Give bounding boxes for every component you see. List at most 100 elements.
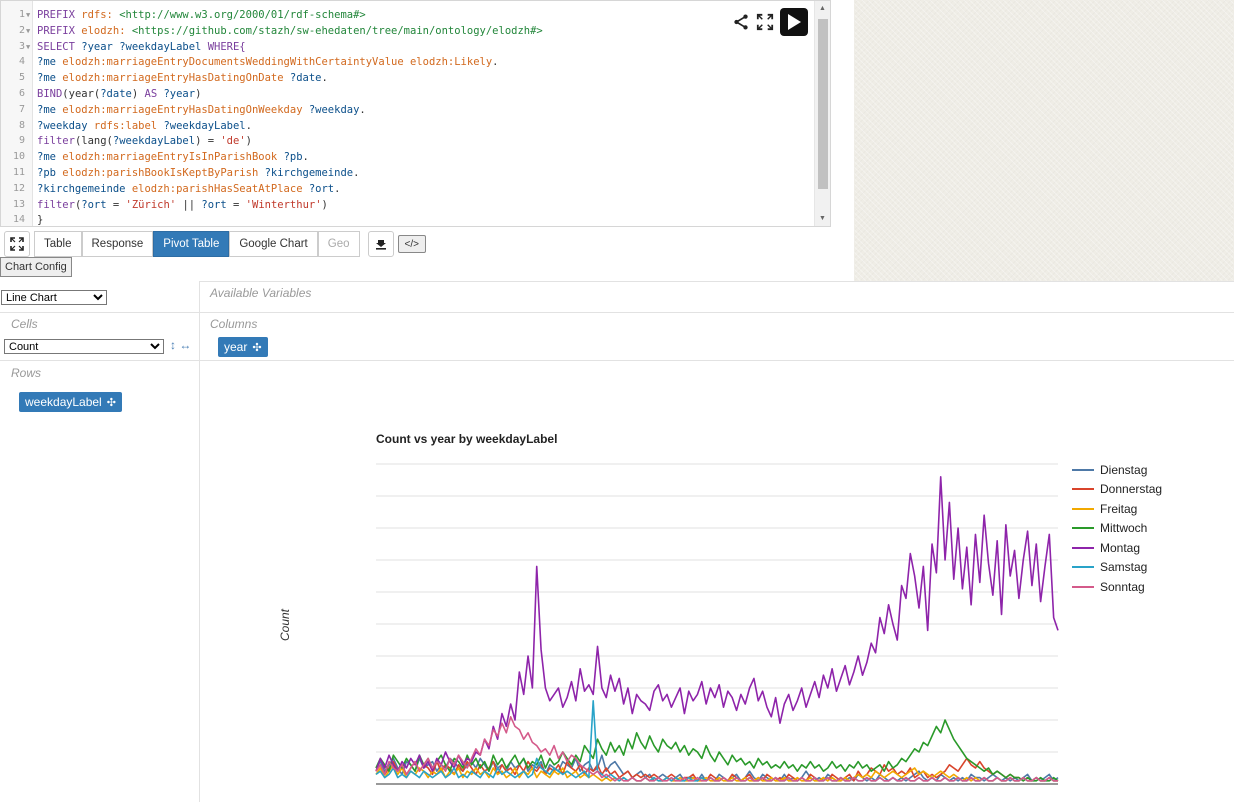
- scroll-down-arrow-icon[interactable]: ▼: [819, 215, 826, 222]
- code-token: ) =: [195, 135, 221, 148]
- code-token: ?pb: [37, 167, 63, 179]
- chart-legend: Dienstag Donnerstag Freitag Mittwoch Montag S…: [1072, 460, 1162, 597]
- code-text: ?pb elodzh:parishBookIsKeptByParish ?kir…: [37, 165, 359, 181]
- code-token: ?year: [163, 88, 196, 100]
- code-token: elodzh:marriageEntryHasDatingOnWeekday: [62, 103, 309, 116]
- legend-item-samstag[interactable]: Samstag: [1072, 558, 1162, 578]
- fullscreen-icon[interactable]: [756, 13, 774, 31]
- code-token: .: [492, 56, 499, 69]
- renderer-select[interactable]: Line Chart: [1, 290, 107, 305]
- expand-results-button[interactable]: [4, 231, 30, 257]
- legend-label: Donnerstag: [1100, 482, 1163, 497]
- chart-config-button[interactable]: Chart Config: [0, 257, 72, 277]
- run-query-button[interactable]: [780, 8, 808, 36]
- line-number: 14: [12, 214, 25, 226]
- chart-title: Count vs year by weekdayLabel: [376, 432, 558, 446]
- share-icon[interactable]: [732, 13, 750, 31]
- code-token: ?weekdayLabel: [112, 135, 196, 148]
- line-number: 6: [18, 88, 25, 99]
- legend-label: Mittwoch: [1100, 521, 1148, 536]
- code-token: ?weekday: [37, 119, 94, 132]
- download-icon: [375, 240, 386, 250]
- scroll-thumb[interactable]: [818, 19, 828, 189]
- editor-tools: [732, 7, 808, 37]
- code-token: ): [245, 135, 252, 148]
- code-token: rdfs:: [81, 9, 120, 21]
- legend-item-sonntag[interactable]: Sonntag: [1072, 577, 1162, 597]
- fold-arrow-icon[interactable]: ▼: [26, 7, 30, 23]
- code-token: ?me: [37, 56, 63, 69]
- scroll-up-arrow-icon[interactable]: ▲: [819, 5, 826, 12]
- row-pill-weekdaylabel[interactable]: weekdayLabel ✣: [19, 392, 122, 412]
- code-token: ?me: [37, 151, 63, 164]
- legend-item-freitag[interactable]: Freitag: [1072, 499, 1162, 519]
- tab-google-chart[interactable]: Google Chart: [229, 231, 318, 257]
- tab-pivot-table[interactable]: Pivot Table: [153, 231, 230, 257]
- line-number: 7: [18, 103, 25, 115]
- legend-label: Montag: [1100, 540, 1141, 555]
- code-token: filter: [37, 198, 75, 211]
- legend-item-dienstag[interactable]: Dienstag: [1072, 460, 1162, 480]
- line-number: 12: [12, 182, 25, 194]
- code-text: ?weekday rdfs:label ?weekdayLabel.: [37, 118, 252, 134]
- code-token: elodzh:marriageEntryHasDatingOnDate: [62, 72, 290, 85]
- legend-item-donnerstag[interactable]: Donnerstag: [1072, 480, 1162, 500]
- code-text: ?me elodzh:marriageEntryHasDatingOnDate …: [37, 70, 328, 86]
- code-token: elodzh:: [81, 24, 132, 37]
- divider: [200, 281, 1234, 282]
- aggregator-select[interactable]: Count: [4, 339, 164, 354]
- divider: [0, 360, 1234, 361]
- code-text: }: [37, 212, 43, 226]
- fold-arrow-icon[interactable]: ▼: [26, 23, 30, 39]
- divider: [0, 312, 1234, 313]
- code-token: filter: [37, 135, 75, 148]
- line-number: 10: [12, 151, 25, 163]
- code-token: ?ort: [201, 198, 234, 211]
- legend-swatch: [1072, 488, 1094, 491]
- code-token: ?weekday: [308, 103, 360, 116]
- legend-swatch: [1072, 585, 1094, 588]
- legend-item-mittwoch[interactable]: Mittwoch: [1072, 519, 1162, 539]
- code-token: elodzh:Likely: [409, 56, 493, 69]
- embed-code-button[interactable]: </>: [397, 235, 426, 253]
- sparql-editor[interactable]: 1 ▼ PREFIX rdfs: <http://www.w3.org/2000/0…: [0, 0, 831, 227]
- code-text: ?me elodzh:marriageEntryHasDatingOnWeekd…: [37, 102, 366, 118]
- code-token: <http://www.w3.org/2000/01/rdf-schema#>: [119, 9, 366, 21]
- tab-table[interactable]: Table: [34, 231, 82, 257]
- play-icon: [788, 14, 801, 30]
- rows-label: Rows: [11, 366, 42, 380]
- editor-scrollbar[interactable]: ▲ ▼: [814, 1, 830, 226]
- sort-order-icons[interactable]: ↕ ↔: [170, 338, 191, 352]
- code-token: ?date: [100, 88, 132, 100]
- line-number: 4: [18, 56, 25, 68]
- code-token: PREFIX: [37, 24, 82, 37]
- results-toolbar: Table Response Pivot Table Google Chart …: [4, 231, 426, 257]
- move-icon: ✣: [252, 341, 262, 354]
- code-token: elodzh:marriageEntryIsInParishBook: [62, 151, 284, 164]
- legend-label: Sonntag: [1100, 579, 1145, 594]
- code-token: ?pb: [283, 151, 303, 164]
- line-number: 11: [12, 167, 25, 178]
- code-token: ?ort: [81, 198, 113, 211]
- legend-label: Samstag: [1100, 560, 1148, 575]
- cells-label: Cells: [11, 317, 38, 331]
- column-pill-year[interactable]: year ✣: [218, 337, 268, 357]
- code-token: ): [195, 88, 202, 100]
- code-text: filter(lang(?weekdayLabel) = 'de'): [37, 133, 252, 149]
- code-token: .: [302, 151, 309, 164]
- tab-geo[interactable]: Geo: [317, 231, 360, 257]
- code-token: ?me: [37, 103, 63, 116]
- download-button[interactable]: [367, 231, 394, 257]
- code-token: ||: [182, 198, 202, 211]
- code-token: ): [131, 88, 145, 100]
- line-number: 1: [18, 9, 25, 20]
- legend-item-montag[interactable]: Montag: [1072, 538, 1162, 558]
- fold-arrow-icon[interactable]: ▼: [26, 39, 30, 55]
- columns-label: Columns: [210, 317, 258, 331]
- tab-response[interactable]: Response: [81, 231, 154, 257]
- code-text: filter(?ort = 'Zürich' || ?ort = 'Winter…: [37, 197, 328, 213]
- code-token: rdfs:label: [93, 119, 164, 132]
- available-variables-label: Available Variables: [210, 286, 312, 300]
- code-token: ?date: [289, 72, 322, 85]
- expand-icon: [10, 237, 24, 251]
